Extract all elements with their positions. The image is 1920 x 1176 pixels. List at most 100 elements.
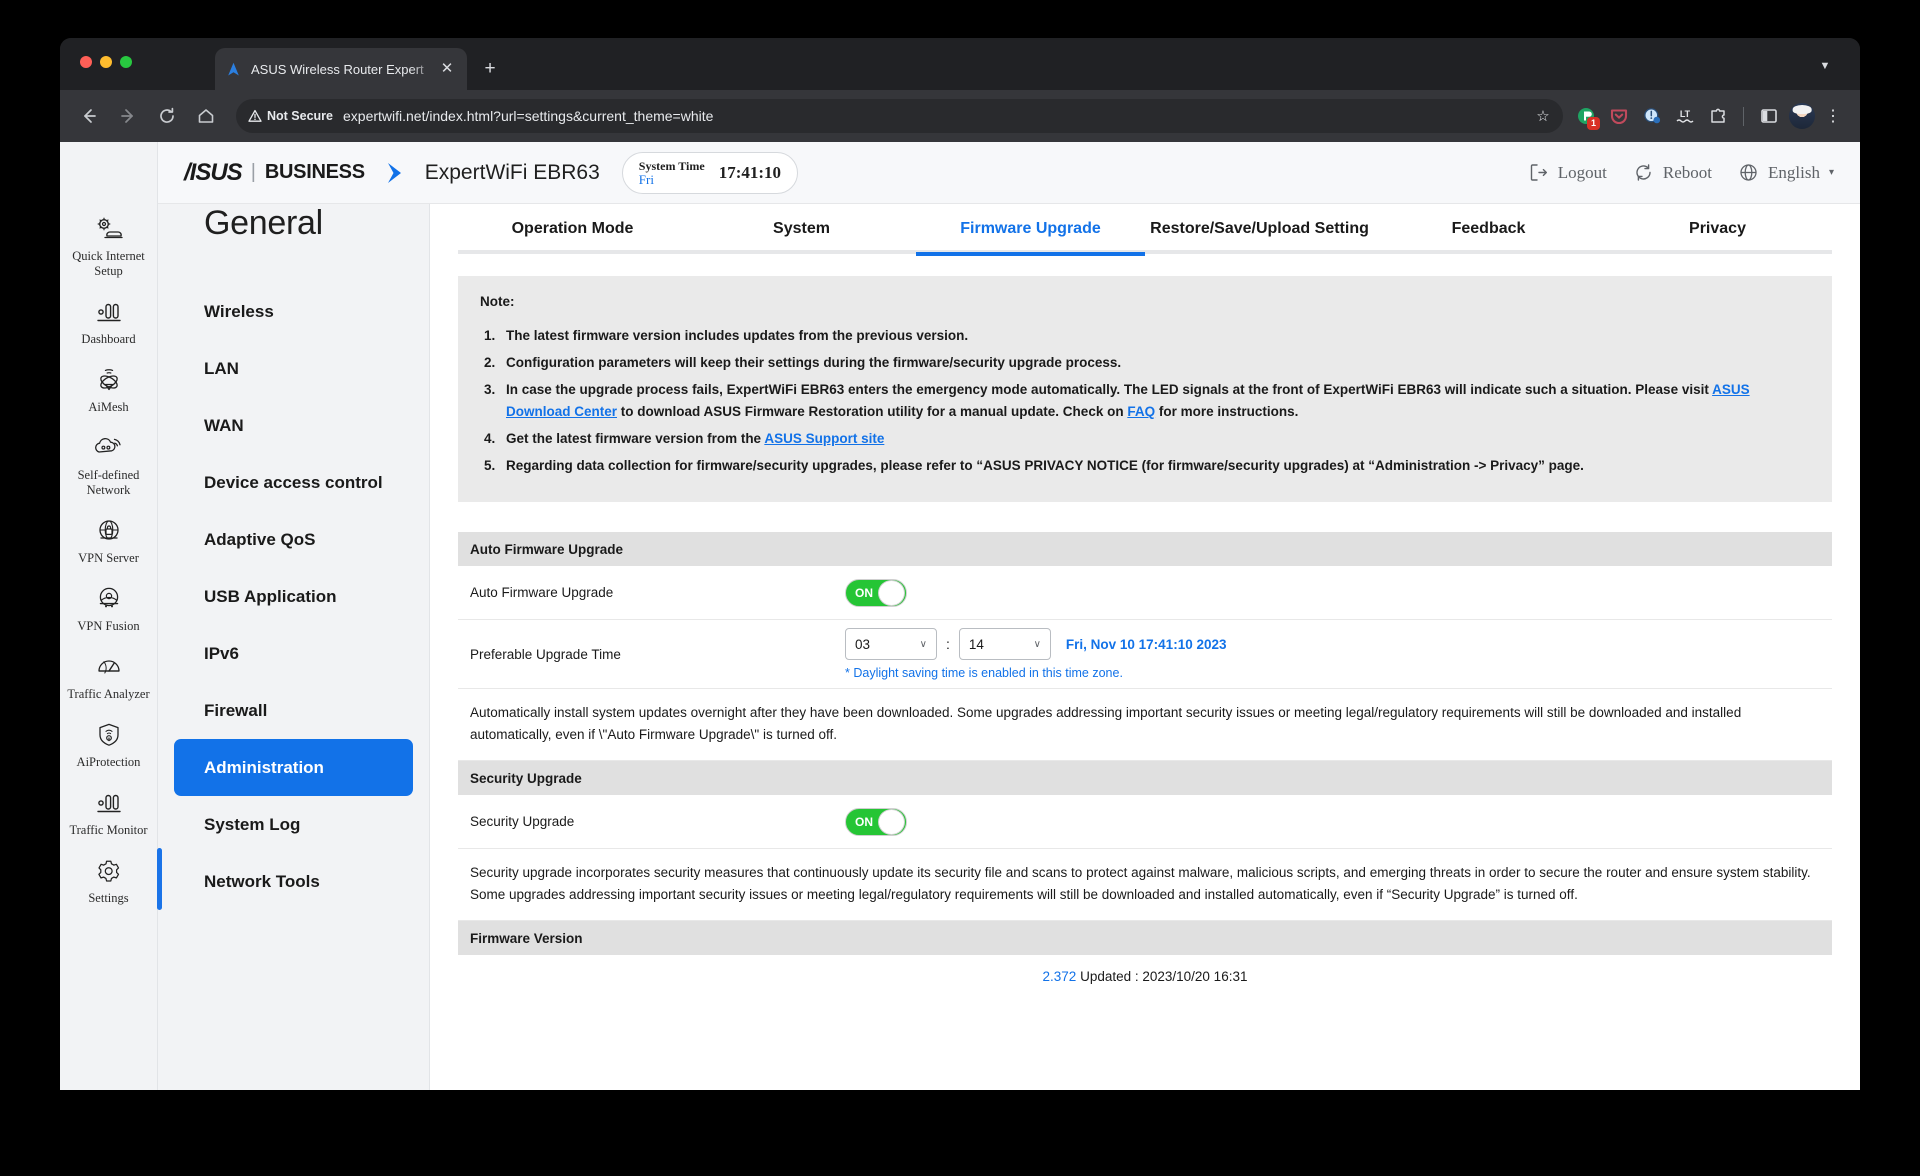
note-item: 1. The latest firmware version includes … — [480, 325, 1810, 347]
tab-system[interactable]: System — [687, 214, 916, 252]
asus-support-site-link[interactable]: ASUS Support site — [764, 431, 884, 446]
svg-text:LT: LT — [1680, 109, 1691, 119]
note-text: Regarding data collection for firmware/s… — [506, 458, 1584, 473]
sidebar-item-self-defined-network[interactable]: Self-defined Network — [60, 423, 157, 506]
daylight-saving-note: * Daylight saving time is enabled in thi… — [845, 666, 1123, 680]
chevron-down-icon: ▾ — [1828, 167, 1834, 178]
note-text: In case the upgrade process fails, Exper… — [506, 382, 1713, 397]
security-indicator[interactable]: Not Secure — [248, 109, 343, 123]
logout-button[interactable]: Logout — [1528, 162, 1607, 183]
sidebar-label: VPN Server — [78, 551, 139, 565]
sidebar-item-traffic-monitor[interactable]: Traffic Monitor — [60, 778, 157, 846]
toggle-knob — [878, 579, 905, 606]
hour-select[interactable]: 03 ∨ — [845, 628, 937, 660]
close-tab-button[interactable]: ✕ — [437, 59, 457, 79]
asus-logo: /ISUS — [184, 158, 243, 186]
language-selector[interactable]: English ▾ — [1738, 162, 1834, 183]
security-upgrade-toggle[interactable]: ON — [845, 807, 907, 836]
firmware-version-number: 2.372 — [1042, 969, 1077, 984]
maximize-window-button[interactable] — [120, 56, 132, 68]
reboot-button[interactable]: Reboot — [1633, 162, 1712, 183]
row-security-upgrade: Security Upgrade ON — [458, 795, 1832, 849]
profile-avatar[interactable] — [1787, 101, 1817, 131]
tab-search-button[interactable]: ▼ — [1812, 54, 1838, 80]
sidebar-label: Self-defined Network — [77, 468, 140, 497]
system-time-widget: System Time Fri 17:41:10 — [621, 151, 799, 194]
minute-select[interactable]: 14 ∨ — [958, 628, 1051, 660]
note-number: 1. — [484, 328, 496, 343]
menu-item-firewall[interactable]: Firewall — [158, 682, 429, 739]
icon-sidebar: Quick Internet Setup Dashboard AiMesh Se… — [60, 142, 162, 1090]
close-window-button[interactable] — [80, 56, 92, 68]
sidebar-item-aimesh[interactable]: AiMesh — [60, 355, 157, 423]
extension-icons: 1 LT ⋮ — [1571, 101, 1846, 131]
sidebar-item-traffic-analyzer[interactable]: Traffic Analyzer — [60, 642, 157, 710]
auto-firmware-upgrade-toggle[interactable]: ON — [845, 578, 907, 607]
tab-operation-mode[interactable]: Operation Mode — [458, 214, 687, 252]
settings-panel: Note: 1. The latest firmware version inc… — [430, 254, 1860, 1090]
sidebar-item-settings[interactable]: Settings — [60, 846, 162, 914]
row-auto-firmware-upgrade: Auto Firmware Upgrade ON — [458, 566, 1832, 620]
menu-item-wan[interactable]: WAN — [158, 397, 429, 454]
tab-feedback[interactable]: Feedback — [1374, 214, 1603, 252]
sidebar-item-dashboard[interactable]: Dashboard — [60, 287, 157, 355]
sidebar-item-aiprotection[interactable]: AiProtection — [60, 710, 157, 778]
menu-item-system-log[interactable]: System Log — [158, 796, 429, 853]
tab-restore-save-upload-setting[interactable]: Restore/Save/Upload Setting — [1145, 214, 1374, 252]
side-panel-icon[interactable] — [1754, 101, 1784, 131]
system-time-clock: 17:41:10 — [718, 162, 782, 182]
sidebar-item-vpn-server[interactable]: VPN Server — [60, 506, 157, 574]
bookmark-star-icon[interactable]: ☆ — [1531, 107, 1555, 125]
tab-privacy[interactable]: Privacy — [1603, 214, 1832, 252]
toggle-state-label: ON — [855, 585, 873, 600]
extensions-puzzle-icon[interactable] — [1703, 101, 1733, 131]
pocket-extension-icon[interactable] — [1604, 101, 1634, 131]
languagetool-extension-icon[interactable]: LT — [1670, 101, 1700, 131]
quick-internet-setup-icon — [92, 214, 126, 244]
sidebar-label: AiProtection — [76, 755, 141, 769]
reload-button[interactable] — [152, 101, 182, 131]
forward-button[interactable] — [113, 101, 143, 131]
business-label: BUSINESS — [264, 161, 365, 183]
menu-item-adaptive-qos[interactable]: Adaptive QoS — [158, 511, 429, 568]
faq-link[interactable]: FAQ — [1127, 404, 1155, 419]
privacy-badger-extension-icon[interactable] — [1637, 101, 1667, 131]
browser-menu-button[interactable]: ⋮ — [1820, 106, 1846, 126]
menu-item-network-tools[interactable]: Network Tools — [158, 853, 429, 910]
toggle-knob — [878, 808, 905, 835]
sidebar-item-vpn-fusion[interactable]: VPN Fusion — [60, 574, 157, 642]
browser-window: ASUS Wireless Router Expert ✕ + ▼ Not Se… — [60, 38, 1860, 1090]
browser-tab[interactable]: ASUS Wireless Router Expert ✕ — [215, 48, 467, 90]
note-number: 4. — [484, 431, 496, 446]
password-manager-extension-icon[interactable]: 1 — [1571, 101, 1601, 131]
reboot-icon — [1636, 164, 1651, 181]
home-icon — [198, 109, 214, 123]
menu-item-usb-application[interactable]: USB Application — [158, 568, 429, 625]
firmware-version-row: 2.372 Updated : 2023/10/20 16:31 — [458, 955, 1832, 994]
note-item: 2. Configuration parameters will keep th… — [480, 352, 1810, 374]
sidebar-label: Quick Internet Setup — [72, 249, 145, 278]
section-header-firmware-version: Firmware Version — [458, 921, 1832, 955]
self-defined-network-icon — [92, 433, 126, 463]
menu-item-wireless[interactable]: Wireless — [158, 283, 429, 340]
minimize-window-button[interactable] — [100, 56, 112, 68]
menu-item-device-access-control[interactable]: Device access control — [158, 454, 429, 511]
tab-firmware-upgrade[interactable]: Firmware Upgrade — [916, 214, 1145, 256]
address-bar[interactable]: Not Secure expertwifi.net/index.html?url… — [236, 99, 1563, 133]
menu-item-lan[interactable]: LAN — [158, 340, 429, 397]
forward-arrow-icon — [121, 109, 133, 123]
logout-icon — [1530, 164, 1547, 181]
general-menu-column: General Wireless LAN WAN Device access c… — [158, 142, 430, 1090]
note-text: Get the latest firmware version from the — [506, 431, 765, 446]
model-name: ExpertWiFi EBR63 — [424, 160, 600, 184]
menu-item-administration[interactable]: Administration — [174, 739, 413, 796]
back-button[interactable] — [74, 101, 104, 131]
sidebar-item-quick-internet-setup[interactable]: Quick Internet Setup — [60, 204, 157, 287]
url-text: expertwifi.net/index.html?url=settings&c… — [343, 108, 714, 124]
sidebar-label: Settings — [88, 891, 129, 905]
menu-item-ipv6[interactable]: IPv6 — [158, 625, 429, 682]
sidebar-label: Traffic Analyzer — [67, 687, 150, 701]
home-button[interactable] — [191, 101, 221, 131]
new-tab-button[interactable]: + — [478, 58, 502, 82]
sidebar-label: Dashboard — [81, 332, 136, 346]
